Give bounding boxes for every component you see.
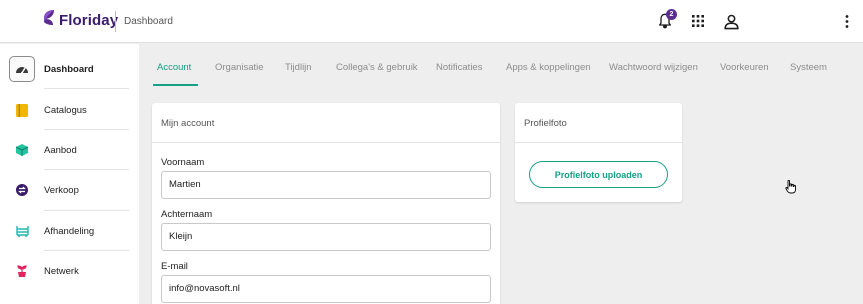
card-title: Profielfoto	[524, 118, 567, 129]
exchange-icon	[9, 177, 35, 203]
card-header: Profielfoto	[515, 103, 682, 143]
sidebar-item-dashboard[interactable]: Dashboard	[0, 49, 139, 89]
sidebar-item-label: Afhandeling	[44, 225, 95, 237]
sidebar: Dashboard Catalogus Aanbod Verkoop Afhan…	[0, 44, 139, 304]
header-divider	[115, 11, 116, 32]
sidebar-item-verkoop[interactable]: Verkoop	[0, 170, 139, 210]
tab-notificaties[interactable]: Notificaties	[436, 62, 482, 73]
floriday-logo[interactable]: Floriday	[41, 9, 118, 31]
cube-icon	[9, 137, 35, 163]
tab-systeem[interactable]: Systeem	[790, 62, 827, 73]
last-name-label: Achternaam	[161, 209, 213, 220]
user-icon[interactable]	[721, 11, 741, 31]
settings-tabs: Account Organisatie Tijdlijn Collega's &…	[153, 62, 863, 86]
hand-cursor-icon	[785, 180, 796, 194]
card-header: Mijn account	[152, 103, 500, 143]
apps-grid-icon[interactable]	[688, 11, 708, 31]
sidebar-item-aanbod[interactable]: Aanbod	[0, 130, 139, 170]
floriday-logo-icon	[44, 10, 54, 29]
more-vertical-icon[interactable]	[837, 11, 857, 31]
tab-account[interactable]: Account	[157, 62, 191, 73]
account-card: Mijn account Voornaam Martien Achternaam…	[152, 103, 500, 304]
sidebar-item-catalogus[interactable]: Catalogus	[0, 90, 139, 130]
tab-wachtwoord-wijzigen[interactable]: Wachtwoord wijzigen	[609, 62, 698, 73]
sidebar-divider	[44, 88, 129, 89]
top-bar: Floriday Dashboard 2	[0, 0, 863, 43]
plant-icon	[9, 258, 35, 284]
tab-collegas-gebruik[interactable]: Collega's & gebruik	[336, 62, 418, 73]
upload-photo-button[interactable]: Profielfoto uploaden	[529, 161, 668, 188]
breadcrumb: Dashboard	[124, 16, 173, 27]
sidebar-item-label: Catalogus	[44, 104, 87, 116]
brand-name: Floriday	[59, 11, 119, 29]
last-name-field[interactable]: Kleijn	[161, 223, 491, 251]
sidebar-item-netwerk[interactable]: Netwerk	[0, 251, 139, 291]
gauge-icon	[9, 56, 35, 82]
tab-voorkeuren[interactable]: Voorkeuren	[720, 62, 769, 73]
cart-icon	[9, 218, 35, 244]
tab-apps-koppelingen[interactable]: Apps & koppelingen	[506, 62, 591, 73]
email-label: E-mail	[161, 261, 188, 272]
book-icon	[9, 97, 35, 123]
notification-badge: 2	[666, 9, 677, 20]
profile-photo-card: Profielfoto Profielfoto uploaden	[515, 103, 682, 202]
email-field[interactable]: info@novasoft.nl	[161, 275, 491, 303]
card-title: Mijn account	[161, 118, 215, 129]
tab-organisatie[interactable]: Organisatie	[215, 62, 264, 73]
sidebar-item-label: Aanbod	[44, 144, 77, 156]
sidebar-item-label: Dashboard	[44, 63, 94, 75]
sidebar-item-afhandeling[interactable]: Afhandeling	[0, 211, 139, 251]
tab-tijdlijn[interactable]: Tijdlijn	[285, 62, 312, 73]
sidebar-item-label: Netwerk	[44, 265, 79, 277]
active-tab-indicator	[153, 84, 198, 86]
first-name-field[interactable]: Martien	[161, 171, 491, 199]
sidebar-item-label: Verkoop	[44, 184, 79, 196]
first-name-label: Voornaam	[161, 157, 205, 168]
